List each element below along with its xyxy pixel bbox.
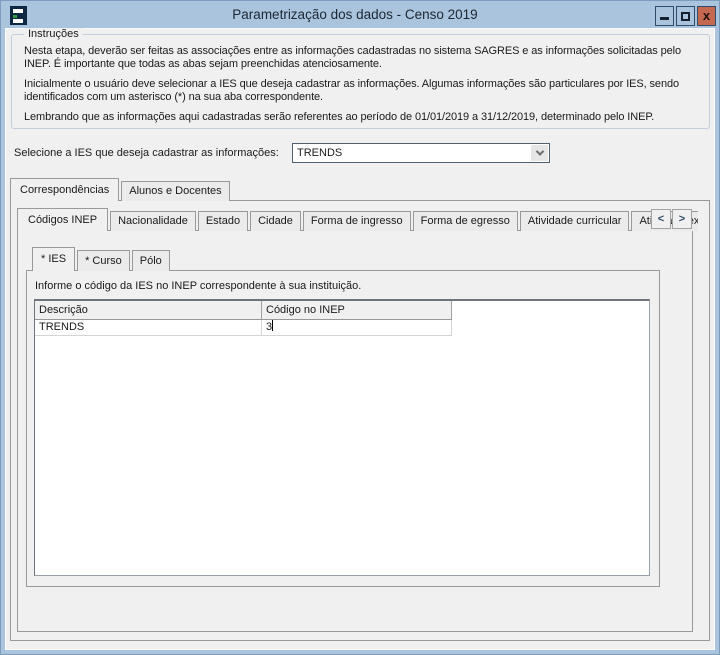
minimize-button[interactable] [655, 6, 674, 26]
header-codigo-no-inep: Código no INEP [262, 301, 452, 320]
codigos-inep-tabpage: * IES * Curso Pólo Informe o código da I… [17, 230, 693, 632]
dialog-content: Instruções Nesta etapa, deverão ser feit… [5, 28, 715, 650]
tab-scroll-left-button[interactable]: < [651, 209, 671, 229]
cell-descricao[interactable]: TRENDS [35, 320, 262, 336]
ies-select-label: Selecione a IES que deseja cadastrar as … [14, 143, 279, 163]
instructions-groupbox: Instruções Nesta etapa, deverão ser feit… [11, 34, 710, 129]
titlebar[interactable]: Parametrização dos dados - Censo 2019 x [1, 1, 719, 28]
maximize-icon [681, 12, 690, 21]
ies-select-value: TRENDS [297, 144, 342, 162]
correspondencias-tabpage: Códigos INEP Nacionalidade Estado Cidade… [10, 200, 710, 641]
tab-estado[interactable]: Estado [198, 211, 248, 231]
table-row: TRENDS 3 [35, 320, 649, 336]
tab-alunos-e-docentes[interactable]: Alunos e Docentes [121, 181, 229, 201]
close-button[interactable]: x [697, 6, 716, 26]
header-descricao: Descrição [35, 301, 262, 320]
ies-tabpage: Informe o código da IES no INEP correspo… [26, 270, 660, 587]
tab-atividade-curricular[interactable]: Atividade curricular [520, 211, 630, 231]
app-logo-icon [10, 6, 27, 25]
minimize-icon [660, 17, 669, 20]
entity-tabstrip: * IES * Curso Pólo [32, 247, 170, 271]
instructions-title: Instruções [24, 28, 83, 40]
tab-forma-de-ingresso[interactable]: Forma de ingresso [303, 211, 411, 231]
tab-polo[interactable]: Pólo [132, 250, 170, 271]
tab-ies[interactable]: * IES [32, 247, 75, 271]
inep-code-hint: Informe o código da IES no INEP correspo… [35, 280, 361, 292]
close-icon: x [703, 9, 710, 22]
chevron-down-icon [535, 147, 543, 155]
ies-select-dropdown-button[interactable] [531, 145, 548, 161]
tab-nacionalidade[interactable]: Nacionalidade [110, 211, 196, 231]
tab-forma-de-egresso[interactable]: Forma de egresso [413, 211, 518, 231]
instruction-paragraph-1: Nesta etapa, deverão ser feitas as assoc… [24, 45, 701, 71]
inep-code-table[interactable]: Descrição Código no INEP TRENDS 3 [34, 299, 650, 576]
tab-scroll-right-button[interactable]: > [672, 209, 692, 229]
tab-cidade[interactable]: Cidade [250, 211, 301, 231]
text-cursor [272, 320, 273, 331]
window-title: Parametrização dos dados - Censo 2019 [61, 1, 649, 28]
maximize-button[interactable] [676, 6, 695, 26]
category-tabstrip: Códigos INEP Nacionalidade Estado Cidade… [17, 208, 698, 231]
cell-codigo-no-inep[interactable]: 3 [262, 320, 452, 336]
tab-codigos-inep[interactable]: Códigos INEP [17, 208, 108, 231]
instruction-paragraph-2: Inicialmente o usuário deve selecionar a… [24, 78, 701, 104]
table-header-row: Descrição Código no INEP [35, 301, 649, 320]
ies-select[interactable]: TRENDS [292, 143, 550, 163]
instruction-paragraph-3: Lembrando que as informações aqui cadast… [24, 111, 701, 124]
dialog-window: Parametrização dos dados - Censo 2019 x … [0, 0, 720, 655]
window-controls: x [655, 6, 716, 26]
tab-curso[interactable]: * Curso [77, 250, 130, 271]
tab-correspondencias[interactable]: Correspondências [10, 178, 119, 201]
main-tabstrip: Correspondências Alunos e Docentes [10, 178, 230, 201]
